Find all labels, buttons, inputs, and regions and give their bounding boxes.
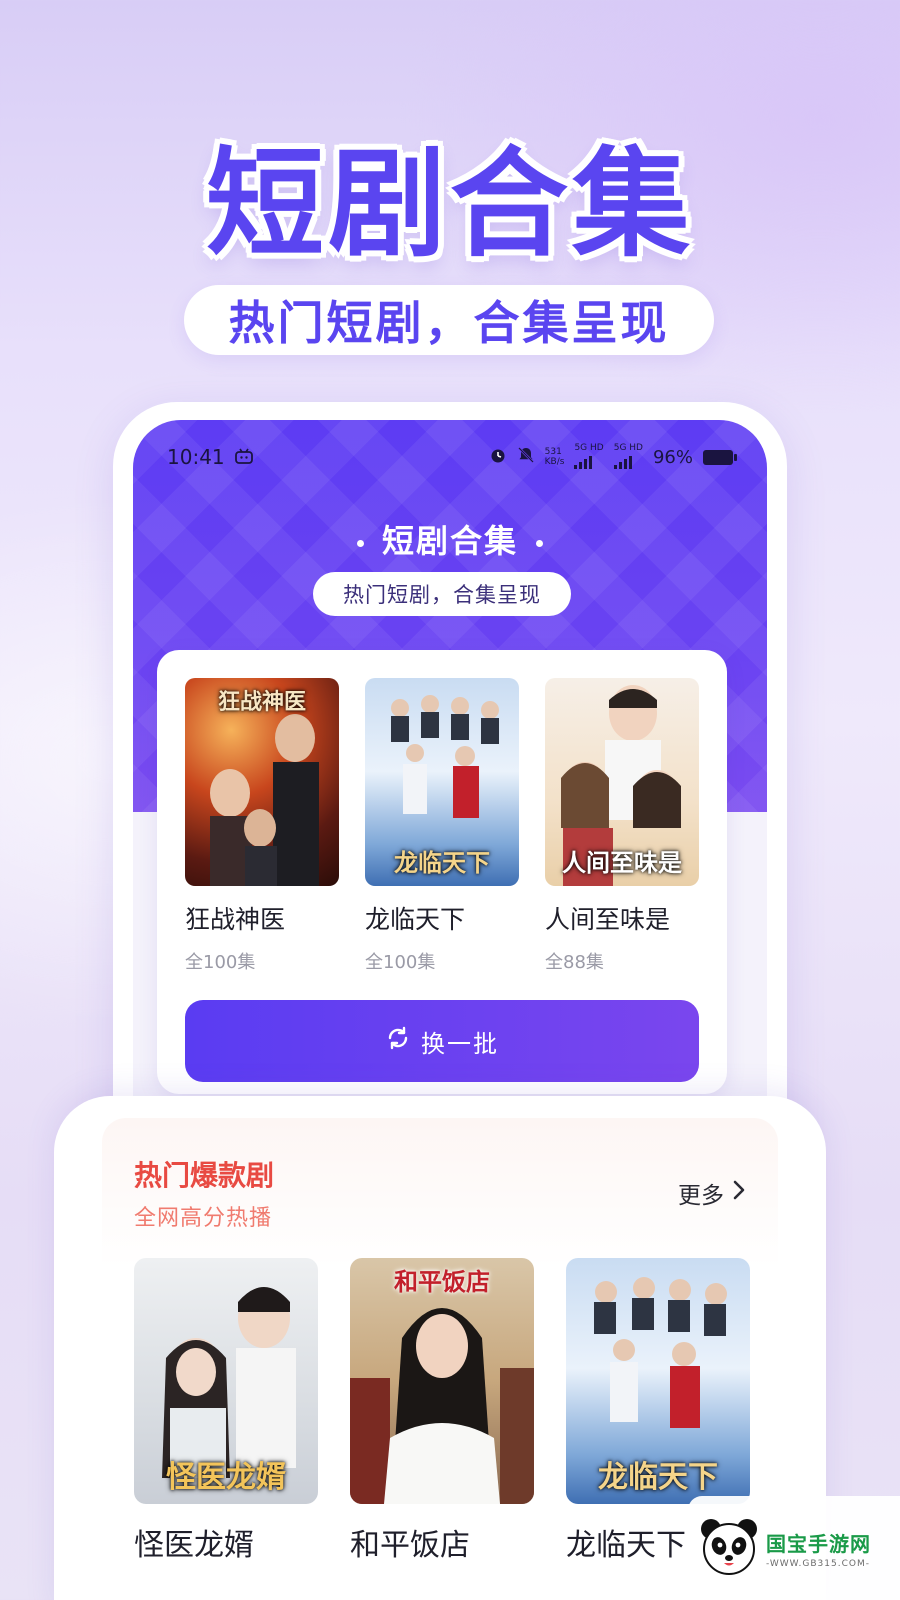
signal-icon: [613, 453, 632, 469]
poster-caption: 人间至味是: [562, 849, 682, 877]
net-speed-value: 531: [544, 447, 562, 457]
screen-subtitle-pill: 热门短剧，合集呈现: [313, 572, 571, 616]
poster-caption: 龙临天下: [394, 849, 490, 877]
watermark-url: -WWW.GB315.COM-: [766, 1558, 870, 1569]
refresh-label: 换一批: [421, 1029, 499, 1058]
drama-episodes: 全100集: [365, 952, 436, 973]
hot-title: 热门爆款剧: [134, 1159, 275, 1192]
bilibili-icon: [234, 445, 253, 469]
hero-subtitle: 热门短剧，合集呈现: [228, 296, 670, 350]
hot-poster[interactable]: 和平饭店: [350, 1258, 534, 1504]
sim1-signal: 5G HD: [574, 442, 604, 472]
net-speed-unit: KB/s: [544, 457, 565, 467]
hot-item-title[interactable]: 和平饭店: [350, 1520, 534, 1564]
drama-poster[interactable]: 人间至味是: [545, 678, 699, 886]
drama-item[interactable]: 狂战神医 狂战神医 全100集: [185, 678, 339, 974]
refresh-button[interactable]: 换一批: [185, 1000, 699, 1082]
screen-title-text: 短剧合集: [381, 522, 518, 560]
more-link[interactable]: 更多: [678, 1176, 746, 1210]
drama-item[interactable]: 人间至味是 人间至味是 全88集: [545, 678, 699, 974]
poster-caption: 龙临天下: [598, 1460, 718, 1495]
poster-caption: 狂战神医: [217, 690, 306, 715]
hot-item[interactable]: 和平饭店 和平饭店: [350, 1258, 534, 1564]
drama-poster[interactable]: 狂战神医: [185, 678, 339, 886]
drama-item[interactable]: 龙临天下 龙临天下 全100集: [365, 678, 519, 974]
watermark-name: 国宝手游网: [766, 1531, 871, 1556]
drama-card: 狂战神医 狂战神医 全100集 龙临天下 龙临天下 全100集 人间至味是 人间…: [157, 650, 727, 1094]
watermark-logo: 国宝手游网 -WWW.GB315.COM-: [688, 1496, 900, 1600]
hot-poster[interactable]: 龙临天下: [566, 1258, 750, 1504]
drama-title[interactable]: 人间至味是: [545, 900, 699, 936]
drama-episodes: 全88集: [545, 952, 604, 973]
drama-episodes: 全100集: [185, 952, 256, 973]
drama-title[interactable]: 龙临天下: [365, 900, 519, 936]
alarm-icon: [489, 446, 507, 469]
hot-section: 热门爆款剧 全网高分热播 更多 怪医龙婿 怪医龙婿 和平饭店 和平饭店 龙临天下…: [102, 1118, 778, 1600]
signal-icon: [574, 453, 593, 469]
hot-item-title[interactable]: 怪医龙婿: [134, 1520, 318, 1564]
poster-caption: 怪医龙婿: [166, 1460, 286, 1495]
poster-caption: 和平饭店: [394, 1268, 490, 1296]
chevron-right-icon: [732, 1179, 746, 1207]
sim1-label: 5G HD: [574, 442, 604, 453]
drama-title[interactable]: 狂战神医: [185, 900, 339, 936]
hot-subtitle: 全网高分热播: [134, 1206, 273, 1231]
screen-subtitle: 热门短剧，合集呈现: [343, 583, 541, 607]
hot-poster[interactable]: 怪医龙婿: [134, 1258, 318, 1504]
battery-percent: 96%: [652, 446, 693, 468]
more-label: 更多: [678, 1183, 724, 1209]
mute-bell-icon: [517, 446, 535, 469]
hot-item[interactable]: 怪医龙婿 怪医龙婿: [134, 1258, 318, 1564]
drama-poster[interactable]: 龙临天下: [365, 678, 519, 886]
refresh-icon: [385, 1025, 411, 1057]
sim2-label: 5G HD: [613, 442, 643, 453]
battery-icon: [703, 449, 737, 465]
panda-icon: [698, 1515, 760, 1581]
sim2-signal: 5G HD: [613, 442, 643, 472]
status-time: 10:41: [167, 445, 225, 469]
status-bar: 10:41 531 KB/s 5G HD 5G HD 96%: [167, 442, 737, 472]
screen-title: 短剧合集: [133, 516, 767, 562]
hero-title: 短剧合集: [205, 135, 694, 273]
net-speed: 531 KB/s: [545, 447, 565, 467]
hero-subtitle-pill: 热门短剧，合集呈现: [184, 285, 714, 355]
